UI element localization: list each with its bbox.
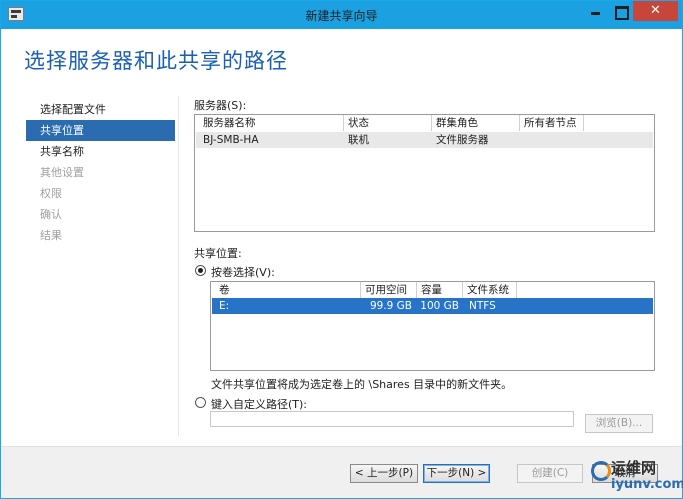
custom-path-label: 键入自定义路径(T): bbox=[211, 398, 308, 411]
servers-label: 服务器(S): bbox=[194, 99, 247, 112]
capacity-cell: 100 GB bbox=[420, 300, 459, 312]
wizard-steps: 选择配置文件 共享位置 共享名称 其他设置 权限 确认 结果 bbox=[26, 99, 175, 246]
browse-button[interactable]: 浏览(B)... bbox=[585, 414, 653, 433]
share-location-note: 文件共享位置将成为选定卷上的 \Shares 目录中的新文件夹。 bbox=[211, 378, 513, 391]
server-name-cell: BJ-SMB-HA bbox=[203, 134, 259, 146]
minimize-button[interactable] bbox=[583, 1, 608, 21]
column-header-status[interactable]: 状态 bbox=[344, 115, 432, 131]
step-share-name[interactable]: 共享名称 bbox=[26, 141, 175, 162]
step-share-location[interactable]: 共享位置 bbox=[26, 120, 175, 141]
table-row[interactable]: BJ-SMB-HA 联机 文件服务器 bbox=[196, 132, 653, 148]
server-owner-cell bbox=[520, 132, 524, 148]
next-button[interactable]: 下一步(N) > bbox=[423, 464, 490, 483]
servers-table-header: 服务器名称 状态 群集角色 所有者节点 bbox=[195, 115, 654, 131]
watermark: 运维网 iyunv.com bbox=[589, 453, 683, 499]
free-space-cell: 99.9 GB bbox=[369, 300, 412, 312]
column-header-server-name[interactable]: 服务器名称 bbox=[199, 115, 344, 131]
table-row[interactable]: E: 99.9 GB 100 GB NTFS bbox=[212, 298, 653, 314]
watermark-logo-icon bbox=[591, 461, 611, 481]
maximize-button[interactable] bbox=[608, 1, 633, 21]
by-volume-label: 按卷选择(V): bbox=[211, 266, 275, 279]
create-button: 创建(C) bbox=[517, 464, 583, 483]
column-header-volume[interactable]: 卷 bbox=[215, 282, 361, 298]
volumes-table[interactable]: 卷 可用空间 容量 文件系统 E: 99.9 GB 100 GB NTFS bbox=[210, 281, 655, 371]
column-header-cluster-role[interactable]: 群集角色 bbox=[432, 115, 520, 131]
column-header-capacity[interactable]: 容量 bbox=[417, 282, 463, 298]
step-results: 结果 bbox=[40, 229, 62, 242]
column-header-free-space[interactable]: 可用空间 bbox=[361, 282, 417, 298]
step-other-settings: 其他设置 bbox=[40, 166, 84, 179]
column-header-file-system[interactable]: 文件系统 bbox=[463, 282, 517, 298]
step-select-profile[interactable]: 选择配置文件 bbox=[26, 99, 175, 120]
server-role-cell: 文件服务器 bbox=[436, 134, 489, 146]
volume-cell: E: bbox=[219, 300, 230, 312]
watermark-url: iyunv.com bbox=[611, 477, 683, 492]
divider bbox=[178, 96, 179, 436]
custom-path-input[interactable] bbox=[210, 411, 574, 427]
step-confirmation: 确认 bbox=[40, 208, 62, 221]
page-title: 选择服务器和此共享的路径 bbox=[24, 49, 288, 73]
close-button[interactable] bbox=[633, 1, 678, 21]
share-location-label: 共享位置: bbox=[194, 247, 242, 260]
column-header-owner-node[interactable]: 所有者节点 bbox=[520, 115, 584, 131]
title-bar: 新建共享向导 bbox=[1, 1, 682, 29]
wizard-window: 新建共享向导 选择服务器和此共享的路径 选择配置文件 共享位置 共享名称 其他设… bbox=[0, 0, 683, 499]
servers-table[interactable]: 服务器名称 状态 群集角色 所有者节点 BJ-SMB-HA 联机 文件服务器 bbox=[194, 114, 655, 232]
watermark-title: 运维网 bbox=[611, 459, 657, 477]
previous-button[interactable]: < 上一步(P) bbox=[350, 464, 418, 483]
volumes-table-header: 卷 可用空间 容量 文件系统 bbox=[211, 282, 654, 298]
file-system-cell: NTFS bbox=[469, 300, 496, 312]
custom-path-radio[interactable] bbox=[195, 397, 206, 408]
window-title: 新建共享向导 bbox=[305, 9, 378, 23]
by-volume-radio[interactable] bbox=[195, 265, 206, 276]
server-status-cell: 联机 bbox=[348, 134, 369, 146]
step-permissions: 权限 bbox=[40, 187, 62, 200]
